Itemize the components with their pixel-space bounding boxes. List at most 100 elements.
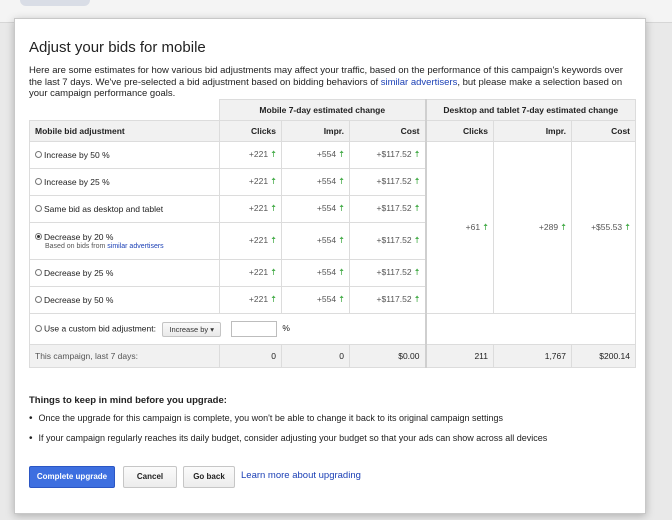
value: +$117.52: [376, 267, 412, 277]
go-back-button[interactable]: Go back: [183, 466, 235, 488]
value: +$55.53: [591, 221, 623, 232]
option-label: Decrease by 25 %: [44, 268, 114, 278]
option-label: Increase by 25 %: [44, 177, 110, 187]
up-arrow-icon: 🠅: [483, 221, 488, 232]
option-label: Increase by 50 %: [44, 150, 110, 160]
value: +221: [248, 176, 269, 186]
up-arrow-icon: 🠅: [339, 267, 344, 277]
col-header-mobile-cost: Cost: [349, 120, 426, 142]
value: +221: [248, 267, 269, 277]
increase-by-dropdown[interactable]: Increase by ▾: [162, 321, 221, 337]
summary-desktop-impr: 1,767: [493, 344, 572, 368]
up-arrow-icon: 🠅: [271, 235, 276, 245]
up-arrow-icon: 🠅: [339, 149, 344, 159]
col-header-desktop-cost: Cost: [571, 120, 636, 142]
summary-desktop-clicks: 211: [424, 344, 494, 368]
mobile-clicks-cell: +221 🠅: [219, 141, 282, 169]
mobile-cost-cell: +$117.52 🠅: [349, 141, 426, 169]
radio-button[interactable]: [35, 296, 42, 304]
note-item: • If your campaign regularly reaches its …: [29, 433, 547, 444]
adjust-bids-dialog: Adjust your bids for mobile Here are som…: [14, 18, 646, 514]
value: +554: [316, 149, 337, 159]
mobile-cost-cell: +$117.52 🠅: [349, 222, 426, 260]
background-blob: [20, 0, 90, 6]
mobile-clicks-cell: +221 🠅: [219, 222, 282, 260]
up-arrow-icon: 🠅: [271, 294, 276, 304]
value: +221: [248, 203, 269, 213]
learn-more-link[interactable]: Learn more about upgrading: [241, 470, 361, 481]
option-label: Same bid as desktop and tablet: [44, 204, 164, 214]
mobile-cost-cell: +$117.52 🠅: [349, 259, 426, 287]
value: +$117.52: [376, 176, 412, 186]
col-header-mobile-impr: Impr.: [281, 120, 350, 142]
mobile-cost-cell: +$117.52 🠅: [349, 195, 426, 223]
radio-button[interactable]: [35, 205, 42, 213]
mobile-impr-cell: +554 🠅: [281, 141, 350, 169]
bid-estimates-table: Mobile 7-day estimated change Desktop an…: [29, 99, 636, 368]
mobile-clicks-cell: +221 🠅: [219, 259, 282, 287]
mobile-clicks-cell: +221 🠅: [219, 286, 282, 314]
mobile-cost-cell: +$117.52 🠅: [349, 168, 426, 196]
radio-button[interactable]: [35, 178, 42, 186]
up-arrow-icon: 🠅: [625, 221, 630, 232]
mobile-group-header: Mobile 7-day estimated change: [219, 99, 426, 121]
note-text: Once the upgrade for this campaign is co…: [38, 413, 503, 423]
mobile-clicks-cell: +221 🠅: [219, 168, 282, 196]
value: +$117.52: [376, 149, 412, 159]
up-arrow-icon: 🠅: [339, 203, 344, 213]
up-arrow-icon: 🠅: [414, 176, 420, 186]
table-row: Increase by 50 % +221 🠅 +554 🠅 +$117.52 🠅 +…: [29, 141, 636, 314]
desktop-impr-change: +289 🠅: [493, 141, 572, 314]
option-decrease-25[interactable]: Decrease by 25 %: [29, 259, 220, 287]
value: +221: [248, 235, 269, 245]
note-item: • Once the upgrade for this campaign is c…: [29, 413, 503, 424]
radio-button[interactable]: [35, 324, 42, 332]
similar-advertisers-link[interactable]: similar advertisers: [381, 77, 458, 88]
radio-button[interactable]: [35, 269, 42, 277]
option-decrease-20[interactable]: Decrease by 20 % Based on bids from simil…: [29, 222, 220, 260]
option-decrease-50[interactable]: Decrease by 50 %: [29, 286, 220, 314]
up-arrow-icon: 🠅: [414, 294, 420, 304]
up-arrow-icon: 🠅: [339, 235, 344, 245]
up-arrow-icon: 🠅: [271, 267, 276, 277]
value: +554: [316, 203, 337, 213]
desktop-clicks-change: +61 🠅: [424, 141, 494, 314]
mobile-cost-cell: +$117.52 🠅: [349, 286, 426, 314]
value: +61: [465, 221, 481, 232]
option-increase-25[interactable]: Increase by 25 %: [29, 168, 220, 196]
mobile-impr-cell: +554 🠅: [281, 222, 350, 260]
col-header-mobile-clicks: Clicks: [219, 120, 282, 142]
dialog-intro: Here are some estimates for how various …: [29, 65, 635, 100]
up-arrow-icon: 🠅: [414, 149, 420, 159]
option-increase-50[interactable]: Increase by 50 %: [29, 141, 220, 169]
notes-heading: Things to keep in mind before you upgrad…: [29, 395, 227, 406]
summary-row: This campaign, last 7 days: 0 0 $0.00 21…: [29, 344, 636, 368]
custom-percent-input[interactable]: [231, 321, 278, 337]
col-header-desktop-impr: Impr.: [493, 120, 572, 142]
up-arrow-icon: 🠅: [561, 221, 566, 232]
up-arrow-icon: 🠅: [271, 176, 276, 186]
up-arrow-icon: 🠅: [271, 149, 276, 159]
complete-upgrade-button[interactable]: Complete upgrade: [29, 466, 115, 488]
note-text: If your campaign regularly reaches its d…: [38, 433, 548, 443]
option-custom[interactable]: Use a custom bid adjustment: Increase by…: [29, 313, 426, 345]
value: +$117.52: [376, 235, 412, 245]
bullet-icon: •: [29, 413, 33, 424]
dropdown-value: Increase by: [169, 324, 209, 334]
value: +554: [316, 235, 337, 245]
up-arrow-icon: 🠅: [339, 294, 344, 304]
desktop-cost-change: +$55.53 🠅: [571, 141, 636, 314]
summary-label: This campaign, last 7 days:: [29, 344, 220, 368]
value: +221: [248, 149, 269, 159]
summary-mobile-clicks: 0: [219, 344, 282, 368]
value: +554: [316, 267, 337, 277]
value: +289: [538, 221, 559, 232]
cancel-button[interactable]: Cancel: [123, 466, 177, 488]
option-label: Decrease by 50 %: [44, 295, 114, 305]
up-arrow-icon: 🠅: [271, 203, 276, 213]
option-same-bid[interactable]: Same bid as desktop and tablet: [29, 195, 220, 223]
dialog-title: Adjust your bids for mobile: [29, 39, 206, 56]
radio-button[interactable]: [35, 151, 42, 159]
similar-advertisers-note-link[interactable]: similar advertisers: [107, 243, 163, 250]
radio-button-selected[interactable]: [35, 233, 42, 241]
